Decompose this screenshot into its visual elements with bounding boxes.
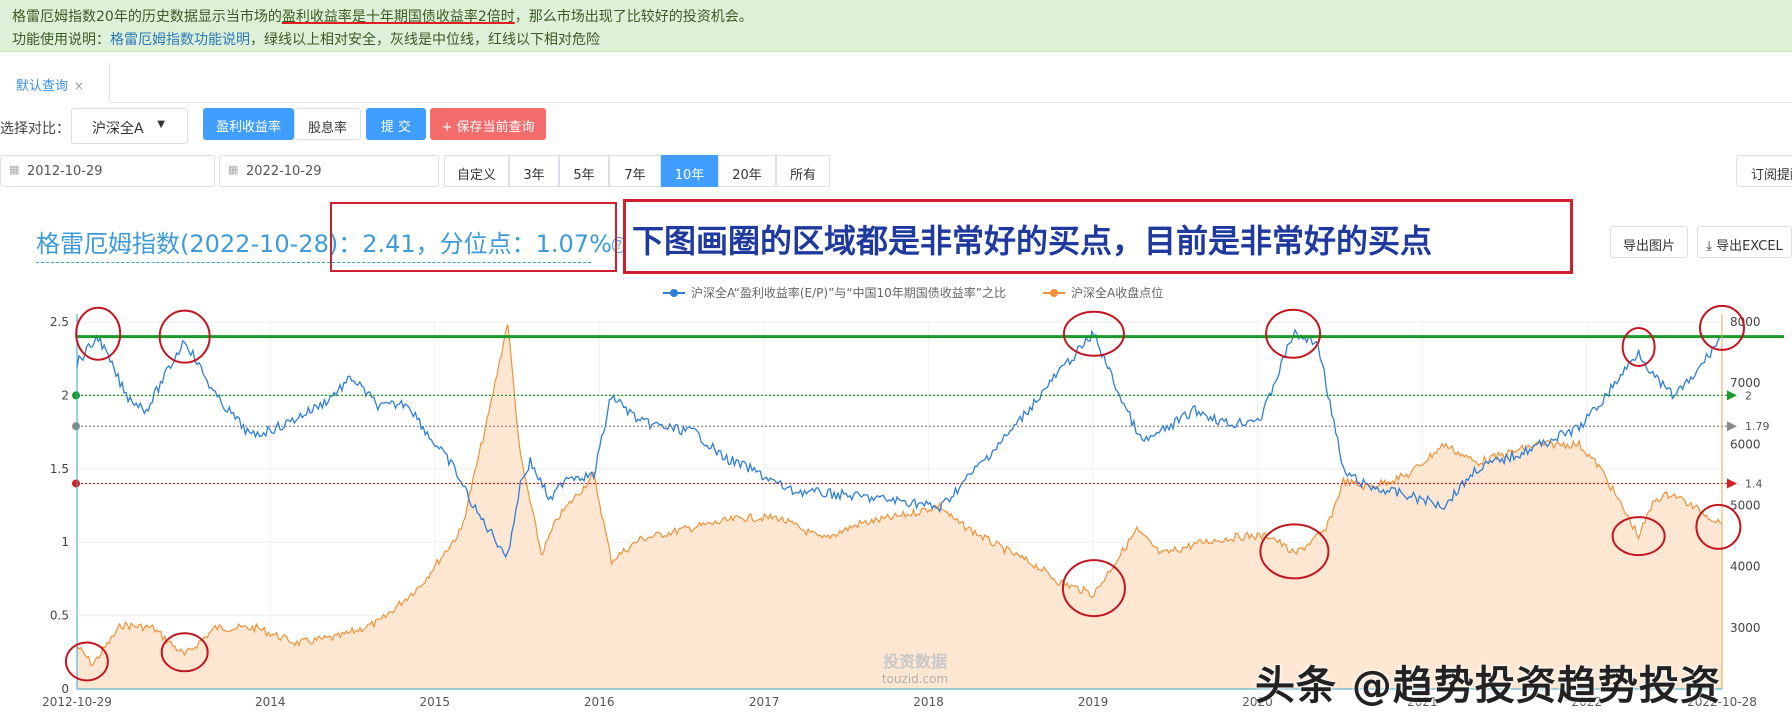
range-custom[interactable]: 自定义	[444, 155, 509, 187]
export-excel-label: 导出EXCEL	[1716, 239, 1783, 254]
brand-url: touzid.com	[882, 672, 948, 686]
right-tick-label: 6000	[1730, 437, 1761, 451]
start-date-input[interactable]: ▦ 2012-10-29	[0, 155, 215, 187]
buy-point-circle	[75, 306, 122, 361]
buy-point-circle	[1062, 310, 1125, 357]
reference-label: 2	[1745, 389, 1752, 402]
right-tick-label: 5000	[1730, 499, 1761, 513]
reference-label: 1.79	[1745, 420, 1770, 433]
info-line-2: 功能使用说明：格雷厄姆指数功能说明，绿线以上相对安全，灰线是中位线，红线以下相对…	[12, 29, 600, 49]
author-watermark: 头条 @趋势投资趋势投资	[1255, 663, 1721, 709]
range-all[interactable]: 所有	[776, 155, 830, 187]
range-10y[interactable]: 10年	[661, 155, 718, 187]
index-area	[77, 324, 1722, 689]
export-excel-button[interactable]: ⤓ 导出EXCEL	[1697, 226, 1792, 258]
left-tick-label: 0	[61, 682, 69, 696]
legend-dot-graham	[670, 289, 678, 297]
tab-label: 默认查询	[16, 79, 69, 94]
buy-point-circle	[1621, 326, 1656, 367]
range-20y[interactable]: 20年	[718, 155, 776, 187]
x-tick-label: 2015	[419, 695, 450, 709]
x-tick-label: 2012-10-29	[42, 695, 112, 709]
headline-title: 格雷厄姆指数(2022-10-28)：	[36, 230, 363, 258]
buy-point-circle	[1265, 308, 1322, 359]
close-icon[interactable]: ×	[74, 79, 84, 93]
right-tick-label: 7000	[1730, 376, 1761, 390]
caret-down-icon: ▼	[157, 119, 165, 130]
graham-help-link[interactable]: 格雷厄姆指数功能说明	[110, 32, 250, 48]
right-tick-label: 8000	[1730, 315, 1761, 329]
tab-default-query[interactable]: 默认查询 ×	[0, 63, 110, 103]
reference-arrow	[1727, 390, 1737, 401]
x-tick-label: 2014	[255, 695, 286, 709]
start-date-value: 2012-10-29	[27, 164, 103, 179]
left-tick-label: 2.5	[50, 315, 69, 329]
date-range-row: ▦ 2012-10-29 ▦ 2022-10-29 自定义 3年 5年 7年 10年…	[0, 155, 1792, 187]
reference-arrow	[1727, 478, 1737, 489]
x-tick-label: 2018	[913, 695, 944, 709]
usage-text: ，绿线以上相对安全，灰线是中位线，红线以下相对危险	[250, 32, 600, 48]
compare-label: 选择对比：	[0, 121, 70, 137]
dividend-yield-button[interactable]: 股息率	[294, 108, 361, 140]
right-tick-label: 3000	[1730, 621, 1761, 635]
compare-value: 沪深全A	[92, 121, 144, 137]
reference-dot	[72, 422, 80, 431]
reference-dot	[72, 391, 80, 400]
x-tick-label: 2016	[584, 695, 615, 709]
end-date-value: 2022-10-29	[246, 164, 322, 179]
save-query-button[interactable]: + 保存当前查询	[430, 108, 546, 140]
range-5y[interactable]: 5年	[559, 155, 609, 187]
info-line-1: 格雷厄姆指数20年的历史数据显示当市场的盈利收益率是十年期国债收益率2倍时，那么…	[12, 6, 753, 26]
export-image-button[interactable]: 导出图片	[1610, 226, 1688, 258]
range-7y[interactable]: 7年	[609, 155, 661, 187]
left-tick-label: 0.5	[50, 609, 69, 623]
legend-graham: 沪深全A“盈利收益率(E/P)”与“中国10年期国债收益率”之比	[691, 285, 1006, 300]
left-tick-label: 2	[61, 388, 69, 402]
reference-dot	[72, 479, 80, 488]
info-text: 格雷厄姆指数20年的历史数据显示当市场的	[12, 9, 282, 25]
annotation-box: 下图画圈的区域都是非常好的买点，目前是非常好的买点	[623, 199, 1573, 274]
info-banner: 格雷厄姆指数20年的历史数据显示当市场的盈利收益率是十年期国债收益率2倍时，那么…	[0, 0, 1792, 52]
download-icon: ⤓	[1706, 239, 1717, 254]
reference-label: 1.4	[1745, 477, 1763, 490]
submit-button[interactable]: 提 交	[366, 108, 426, 140]
calendar-icon: ▦	[228, 163, 239, 176]
tab-bar: 默认查询 ×	[0, 63, 1792, 103]
reference-arrow	[1727, 421, 1737, 432]
brand-watermark: 投资数据touzid.com	[882, 652, 948, 686]
end-date-input[interactable]: ▦ 2022-10-29	[219, 155, 439, 187]
left-tick-label: 1	[61, 535, 69, 549]
info-highlight: 盈利收益率是十年期国债收益率2倍时	[281, 9, 515, 25]
info-text-end: ，那么市场出现了比较好的投资机会。	[514, 9, 753, 25]
range-3y[interactable]: 3年	[509, 155, 559, 187]
legend-dot-index	[1050, 289, 1058, 297]
left-tick-label: 1.5	[50, 462, 69, 476]
index-area-fill	[77, 324, 1722, 689]
subscribe-button[interactable]: 订阅提醒	[1736, 155, 1792, 187]
compare-select[interactable]: 沪深全A ▼	[71, 108, 188, 144]
calendar-icon: ▦	[9, 163, 20, 176]
legend-index: 沪深全A收盘点位	[1071, 285, 1163, 300]
usage-label: 功能使用说明：	[12, 32, 110, 48]
chart-legend: 沪深全A“盈利收益率(E/P)”与“中国10年期国债收益率”之比 沪深全A收盘点位	[663, 285, 1163, 300]
x-tick-label: 2017	[749, 695, 780, 709]
right-tick-label: 4000	[1730, 560, 1761, 574]
earnings-yield-button[interactable]: 盈利收益率	[203, 108, 294, 140]
x-tick-label: 2019	[1078, 695, 1109, 709]
value-highlight-box	[330, 202, 617, 272]
brand-name: 投资数据	[883, 652, 947, 671]
